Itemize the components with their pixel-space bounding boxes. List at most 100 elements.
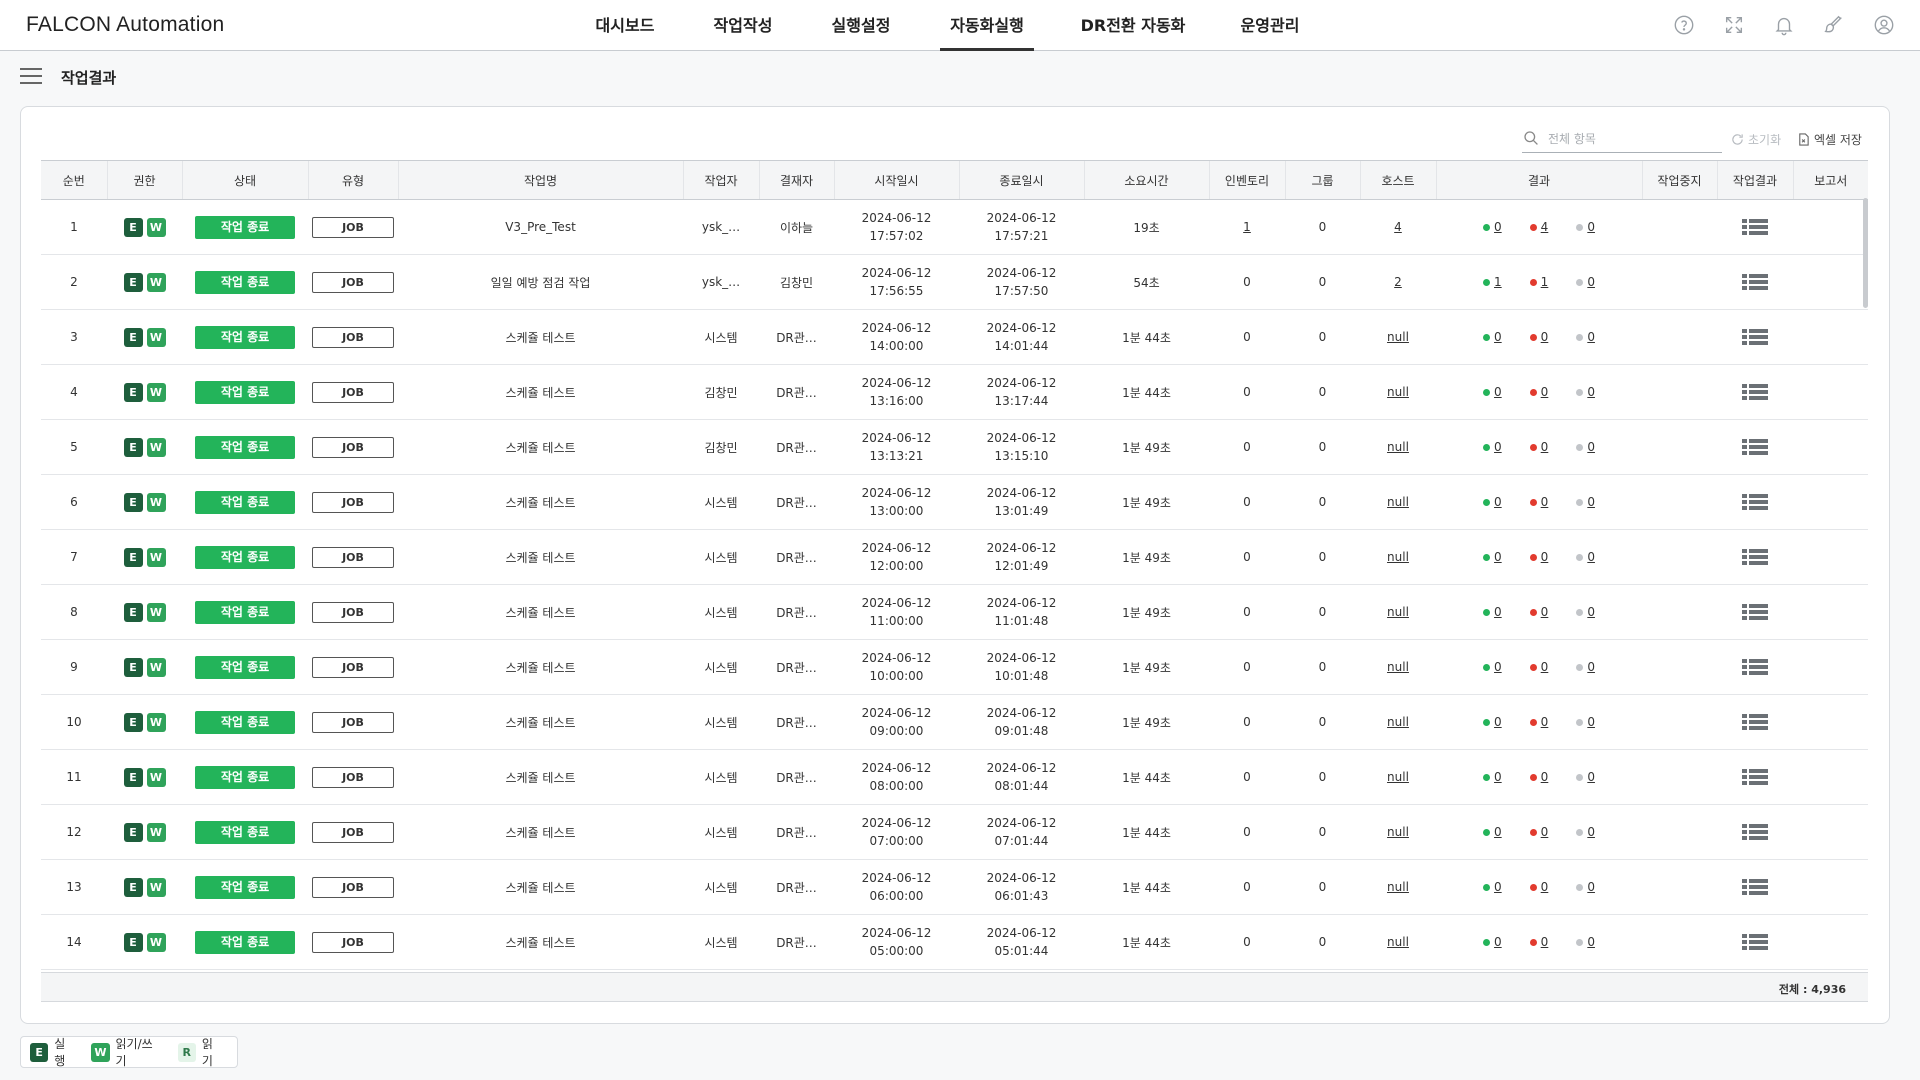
result-skipped-link[interactable]: 0 <box>1587 495 1595 509</box>
host-link[interactable]: null <box>1387 440 1409 454</box>
job-name[interactable]: 스케쥴 테스트 <box>398 474 683 530</box>
host-link[interactable]: null <box>1387 605 1409 619</box>
job-result-cell[interactable] <box>1717 914 1793 970</box>
result-skipped-link[interactable]: 0 <box>1587 440 1595 454</box>
result-skipped-link[interactable]: 0 <box>1587 550 1595 564</box>
search-input[interactable] <box>1546 128 1720 150</box>
job-result-cell[interactable] <box>1717 859 1793 915</box>
result-skipped-link[interactable]: 0 <box>1587 605 1595 619</box>
result-failure-link[interactable]: 0 <box>1541 550 1549 564</box>
result-success-link[interactable]: 0 <box>1494 825 1502 839</box>
result-skipped-link[interactable]: 0 <box>1587 385 1595 399</box>
reset-button[interactable]: 초기화 <box>1731 130 1781 148</box>
result-success-link[interactable]: 0 <box>1494 385 1502 399</box>
result-failure-link[interactable]: 0 <box>1541 825 1549 839</box>
result-failure-link[interactable]: 0 <box>1541 935 1549 949</box>
table-row[interactable]: 6 E W 작업 종료 JOB 스케쥴 테스트 시스템 DR관… 2024-06-12 13:00… <box>41 474 1868 530</box>
table-row[interactable]: 13 E W 작업 종료 JOB 스케쥴 테스트 시스템 DR관… 2024-06-12 06:0… <box>41 859 1868 915</box>
job-result-cell[interactable] <box>1717 584 1793 640</box>
result-skipped-link[interactable]: 0 <box>1587 275 1595 289</box>
host-link[interactable]: null <box>1387 770 1409 784</box>
excel-export-button[interactable]: 엑셀 저장 <box>1797 130 1862 148</box>
bell-icon[interactable] <box>1772 13 1796 37</box>
table-row[interactable]: 1 E W 작업 종료 JOB V3_Pre_Test ysk_… 이하늘 2024-06-12… <box>41 199 1868 255</box>
job-result-cell[interactable] <box>1717 199 1793 255</box>
host-link[interactable]: 2 <box>1394 275 1402 289</box>
result-skipped-link[interactable]: 0 <box>1587 935 1595 949</box>
table-scrollbar[interactable] <box>1863 198 1868 308</box>
host-link[interactable]: null <box>1387 660 1409 674</box>
host-link[interactable]: null <box>1387 330 1409 344</box>
job-name[interactable]: 스케쥴 테스트 <box>398 859 683 915</box>
host-link[interactable]: null <box>1387 880 1409 894</box>
result-failure-link[interactable]: 1 <box>1541 275 1549 289</box>
result-success-link[interactable]: 0 <box>1494 495 1502 509</box>
result-failure-link[interactable]: 0 <box>1541 495 1549 509</box>
job-result-cell[interactable] <box>1717 529 1793 585</box>
result-success-link[interactable]: 0 <box>1494 550 1502 564</box>
job-result-cell[interactable] <box>1717 639 1793 695</box>
inventory-link[interactable]: 1 <box>1243 220 1251 234</box>
job-result-cell[interactable] <box>1717 749 1793 805</box>
brush-icon[interactable] <box>1822 13 1846 37</box>
result-failure-link[interactable]: 0 <box>1541 440 1549 454</box>
job-result-cell[interactable] <box>1717 254 1793 310</box>
table-row[interactable]: 9 E W 작업 종료 JOB 스케쥴 테스트 시스템 DR관… 2024-06-12 10:00… <box>41 639 1868 695</box>
table-row[interactable]: 12 E W 작업 종료 JOB 스케쥴 테스트 시스템 DR관… 2024-06-12 07:0… <box>41 804 1868 860</box>
result-success-link[interactable]: 0 <box>1494 715 1502 729</box>
result-success-link[interactable]: 0 <box>1494 605 1502 619</box>
result-skipped-link[interactable]: 0 <box>1587 330 1595 344</box>
nav-job-create[interactable]: 작업작성 <box>703 0 783 51</box>
result-skipped-link[interactable]: 0 <box>1587 825 1595 839</box>
job-name[interactable]: 스케쥴 테스트 <box>398 309 683 365</box>
result-skipped-link[interactable]: 0 <box>1587 880 1595 894</box>
result-failure-link[interactable]: 0 <box>1541 605 1549 619</box>
job-name[interactable]: 스케쥴 테스트 <box>398 364 683 420</box>
table-row[interactable]: 7 E W 작업 종료 JOB 스케쥴 테스트 시스템 DR관… 2024-06-12 12:00… <box>41 529 1868 585</box>
job-name[interactable]: V3_Pre_Test <box>398 199 683 255</box>
host-link[interactable]: null <box>1387 495 1409 509</box>
host-link[interactable]: null <box>1387 715 1409 729</box>
result-failure-link[interactable]: 0 <box>1541 330 1549 344</box>
nav-run-settings[interactable]: 실행설정 <box>821 0 901 51</box>
result-success-link[interactable]: 0 <box>1494 440 1502 454</box>
result-success-link[interactable]: 0 <box>1494 880 1502 894</box>
result-skipped-link[interactable]: 0 <box>1587 770 1595 784</box>
job-name[interactable]: 스케쥴 테스트 <box>398 529 683 585</box>
nav-automation-run[interactable]: 자동화실행 <box>940 0 1034 51</box>
job-result-cell[interactable] <box>1717 364 1793 420</box>
user-icon[interactable] <box>1872 13 1896 37</box>
result-skipped-link[interactable]: 0 <box>1587 220 1595 234</box>
table-row[interactable]: 11 E W 작업 종료 JOB 스케쥴 테스트 시스템 DR관… 2024-06-12 08:0… <box>41 749 1868 805</box>
result-failure-link[interactable]: 0 <box>1541 770 1549 784</box>
job-name[interactable]: 스케쥴 테스트 <box>398 419 683 475</box>
result-failure-link[interactable]: 0 <box>1541 880 1549 894</box>
job-result-cell[interactable] <box>1717 419 1793 475</box>
host-link[interactable]: null <box>1387 825 1409 839</box>
job-result-cell[interactable] <box>1717 309 1793 365</box>
job-name[interactable]: 일일 예방 점검 작업 <box>398 254 683 310</box>
job-name[interactable]: 스케쥴 테스트 <box>398 584 683 640</box>
job-result-cell[interactable] <box>1717 694 1793 750</box>
table-row[interactable]: 2 E W 작업 종료 JOB 일일 예방 점검 작업 ysk_… 김창민 2024-06-12… <box>41 254 1868 310</box>
job-result-cell[interactable] <box>1717 474 1793 530</box>
job-result-cell[interactable] <box>1717 804 1793 860</box>
fullscreen-icon[interactable] <box>1722 13 1746 37</box>
result-success-link[interactable]: 0 <box>1494 220 1502 234</box>
host-link[interactable]: null <box>1387 385 1409 399</box>
result-success-link[interactable]: 0 <box>1494 660 1502 674</box>
result-failure-link[interactable]: 4 <box>1541 220 1549 234</box>
result-success-link[interactable]: 0 <box>1494 935 1502 949</box>
table-row[interactable]: 5 E W 작업 종료 JOB 스케쥴 테스트 김창민 DR관… 2024-06-12 13:13… <box>41 419 1868 475</box>
job-name[interactable]: 스케쥴 테스트 <box>398 804 683 860</box>
result-skipped-link[interactable]: 0 <box>1587 715 1595 729</box>
job-name[interactable]: 스케쥴 테스트 <box>398 639 683 695</box>
nav-dashboard[interactable]: 대시보드 <box>586 0 664 51</box>
table-row[interactable]: 3 E W 작업 종료 JOB 스케쥴 테스트 시스템 DR관… 2024-06-12 14:00… <box>41 309 1868 365</box>
nav-operations[interactable]: 운영관리 <box>1230 0 1310 51</box>
result-failure-link[interactable]: 0 <box>1541 385 1549 399</box>
table-row[interactable]: 8 E W 작업 종료 JOB 스케쥴 테스트 시스템 DR관… 2024-06-12 11:00… <box>41 584 1868 640</box>
host-link[interactable]: null <box>1387 935 1409 949</box>
job-name[interactable]: 스케쥴 테스트 <box>398 694 683 750</box>
table-row[interactable]: 10 E W 작업 종료 JOB 스케쥴 테스트 시스템 DR관… 2024-06-12 09:0… <box>41 694 1868 750</box>
